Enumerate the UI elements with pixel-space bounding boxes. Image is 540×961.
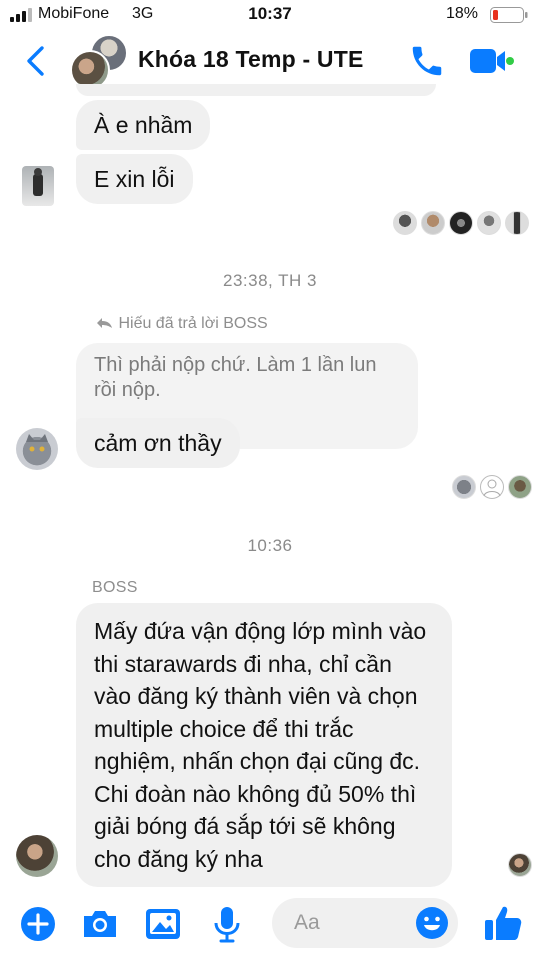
timestamp: 23:38, TH 3 [222, 271, 318, 290]
message-text: À e nhầm [94, 112, 193, 138]
seen-avatar [508, 475, 532, 499]
plus-icon[interactable] [18, 904, 58, 944]
seen-avatar [505, 211, 529, 235]
reply-icon [97, 318, 112, 328]
battery-percent: 18% [445, 5, 478, 22]
message-text: E xin lỗi [94, 166, 175, 192]
composer-toolbar: Aa [0, 890, 540, 961]
seen-avatar [480, 475, 504, 499]
gallery-icon[interactable] [143, 904, 183, 944]
microphone-icon[interactable] [207, 904, 247, 944]
seen-avatar [452, 475, 476, 499]
phone-icon[interactable] [408, 42, 446, 80]
avatar[interactable] [22, 166, 54, 206]
battery-icon [490, 7, 528, 23]
message-input-placeholder: Aa [294, 911, 320, 934]
back-icon[interactable] [22, 44, 50, 78]
message-bubble[interactable]: E xin lỗi [76, 154, 193, 204]
avatar[interactable] [16, 835, 58, 877]
quoted-message-text: Thì phải nộp chứ. Làm 1 lần lun rồi nộp. [94, 354, 377, 401]
message-text: Mấy đứa vận động lớp mình vào thi staraw… [94, 618, 427, 872]
seen-avatar [421, 211, 445, 235]
timestamp: 10:36 [247, 536, 293, 555]
message-input[interactable]: Aa [272, 898, 458, 948]
video-icon[interactable] [468, 46, 514, 76]
avatar[interactable] [16, 428, 58, 470]
sender-name: BOSS [92, 579, 138, 596]
seen-avatar [508, 853, 532, 877]
seen-avatar [477, 211, 501, 235]
seen-avatar [449, 211, 473, 235]
thumbs-up-icon[interactable] [482, 902, 524, 944]
reply-note: Hiếu đã trả lời BOSS [96, 315, 268, 333]
camera-icon[interactable] [80, 904, 120, 944]
message-text: cảm ơn thầy [94, 430, 222, 456]
message-bubble[interactable]: Mấy đứa vận động lớp mình vào thi staraw… [76, 603, 452, 887]
message-bubble[interactable]: cảm ơn thầy [76, 418, 240, 468]
chat-header: Khóa 18 Temp - UTE [0, 30, 540, 92]
partial-message-bubble [76, 84, 436, 96]
message-bubble[interactable]: À e nhầm [76, 100, 211, 150]
status-bar: MobiFone 3G 10:37 18% [0, 0, 540, 30]
conversation-title[interactable]: Khóa 18 Temp - UTE [138, 46, 364, 73]
reply-note-text: Hiếu đã trả lời BOSS [118, 315, 268, 332]
emoji-icon[interactable] [414, 905, 450, 941]
seen-avatar [393, 211, 417, 235]
